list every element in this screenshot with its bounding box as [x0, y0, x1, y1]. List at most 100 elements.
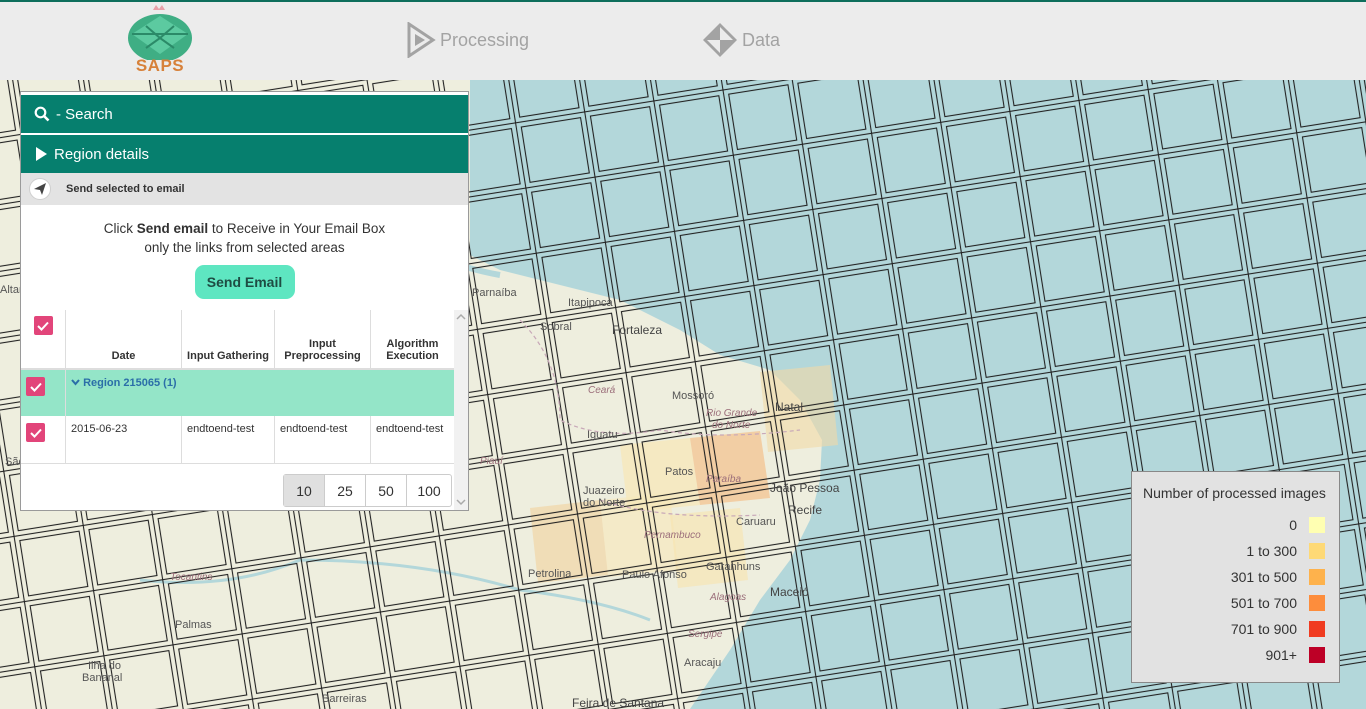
nav-processing-label: Processing [440, 29, 530, 50]
page-size-10[interactable]: 10 [284, 475, 325, 506]
svg-text:Juazeiro: Juazeiro [583, 485, 625, 497]
row-date: 2015-06-23 [65, 416, 182, 464]
svg-text:Alagoas: Alagoas [709, 592, 746, 603]
paper-plane-icon [29, 178, 51, 200]
page-size-50[interactable]: 50 [366, 475, 407, 506]
svg-text:Patos: Patos [665, 466, 694, 478]
nav-processing[interactable]: Processing [406, 22, 529, 58]
svg-text:Sergipe: Sergipe [688, 629, 723, 640]
scroll-down-icon[interactable] [454, 496, 468, 508]
search-label: - Search [56, 105, 113, 123]
page-size-25[interactable]: 25 [325, 475, 366, 506]
play-outline-icon [407, 22, 436, 58]
top-navigation: SAPS Processing Data [0, 0, 1366, 80]
legend-item: 1 to 300 [1246, 543, 1325, 559]
table-scrollbar[interactable] [454, 310, 468, 510]
header-input-gathering[interactable]: Input Gathering [181, 310, 275, 370]
legend-item: 701 to 900 [1231, 621, 1325, 637]
svg-text:João Pessoa: João Pessoa [770, 481, 840, 495]
send-selected-bar[interactable]: Send selected to email [21, 173, 468, 205]
svg-text:Palmas: Palmas [175, 619, 212, 631]
header-input-preprocessing[interactable]: Input Preprocessing [274, 310, 371, 370]
info-bold: Send email [136, 221, 209, 236]
logo-text: SAPS [135, 56, 185, 75]
legend-label: 1 to 300 [1246, 543, 1297, 559]
legend-label: 901+ [1265, 647, 1297, 663]
svg-text:Natal: Natal [775, 400, 803, 414]
legend-item: 301 to 500 [1231, 569, 1325, 585]
legend-label: 701 to 900 [1230, 621, 1297, 637]
saps-logo[interactable]: SAPS [122, 4, 198, 78]
caret-right-icon [36, 147, 47, 161]
select-all-checkbox[interactable] [33, 316, 53, 335]
legend-swatch [1309, 647, 1325, 663]
region-label-cell: Region 215065 (1) [65, 369, 454, 416]
diamond-icon [703, 23, 737, 57]
legend-swatch [1309, 543, 1325, 559]
row-input-preprocessing: endtoend-test [274, 416, 371, 464]
legend-title: Number of processed images [1143, 485, 1326, 501]
search-toggle[interactable]: - Search [21, 95, 468, 133]
svg-text:Barreiras: Barreiras [322, 693, 367, 705]
send-email-button[interactable]: Send Email [194, 265, 295, 299]
legend-item: 901+ [1265, 647, 1325, 663]
region-check-cell [21, 369, 66, 416]
svg-text:Maceió: Maceió [770, 585, 809, 599]
svg-text:Itapipoca: Itapipoca [568, 297, 614, 309]
svg-text:do Norte: do Norte [712, 420, 751, 431]
legend-swatch [1309, 621, 1325, 637]
send-info: Click Send email to Receive in Your Emai… [21, 219, 468, 257]
legend-label: 0 [1289, 517, 1297, 533]
svg-text:Sobral: Sobral [540, 321, 572, 333]
row-check-cell [21, 416, 66, 464]
row-checkbox[interactable] [26, 423, 45, 442]
svg-text:Piauí: Piauí [480, 456, 504, 467]
map-legend: Number of processed images 0 1 to 300 30… [1131, 471, 1340, 683]
nav-data-label: Data [742, 29, 781, 50]
row-algorithm-execution: endtoend-test [376, 423, 444, 435]
search-icon [34, 106, 50, 122]
svg-text:Aracaju: Aracaju [684, 657, 721, 669]
scroll-up-icon[interactable] [454, 311, 468, 323]
header-algorithm-execution[interactable]: Algorithm Execution [370, 310, 454, 370]
svg-text:Tocantins: Tocantins [170, 572, 212, 583]
legend-swatch [1309, 595, 1325, 611]
legend-item: 501 to 700 [1231, 595, 1325, 611]
check-icon [29, 428, 42, 438]
check-icon [37, 321, 49, 331]
nav-data[interactable]: Data [702, 22, 780, 58]
search-panel: - Search Region details Send selected to… [20, 91, 469, 511]
legend-swatch [1309, 517, 1325, 533]
info-line2: only the links from selected areas [144, 240, 345, 255]
page-size-100[interactable]: 100 [407, 475, 451, 506]
region-details-label: Region details [54, 145, 150, 163]
svg-text:Feira de Santana: Feira de Santana [572, 696, 664, 709]
svg-text:Rio Grande: Rio Grande [706, 408, 758, 419]
svg-text:Caruaru: Caruaru [736, 516, 776, 528]
region-link[interactable]: Region 215065 (1) [83, 377, 177, 389]
select-all-cell [21, 310, 66, 370]
header-date[interactable]: Date [65, 310, 182, 370]
info-prefix: Click [103, 221, 137, 236]
info-suffix: to Receive in Your Email Box [208, 221, 386, 236]
region-row[interactable]: Region 215065 (1) [21, 369, 454, 416]
svg-text:Parnaíba: Parnaíba [472, 287, 518, 299]
svg-text:Pernambuco: Pernambuco [644, 530, 701, 541]
svg-text:Bananal: Bananal [82, 672, 122, 684]
svg-text:Ceará: Ceará [588, 385, 616, 396]
results-table: Date Input Gathering Input Preprocessing… [21, 310, 454, 464]
region-details-toggle[interactable]: Region details [21, 135, 468, 173]
page-size-selector: 10 25 50 100 [283, 474, 452, 507]
region-checkbox[interactable] [26, 377, 45, 396]
legend-label: 301 to 500 [1230, 569, 1297, 585]
svg-text:Petrolina: Petrolina [528, 568, 572, 580]
row-input-gathering: endtoend-test [181, 416, 275, 464]
legend-label: 501 to 700 [1230, 595, 1297, 611]
svg-text:Mossoró: Mossoró [672, 390, 714, 402]
svg-text:Garanhuns: Garanhuns [706, 561, 761, 573]
table-row: 2015-06-23 endtoend-test endtoend-test e… [21, 416, 454, 464]
legend-swatch [1309, 569, 1325, 585]
svg-text:Ilha do: Ilha do [88, 660, 121, 672]
chevron-down-icon[interactable] [71, 378, 80, 386]
svg-text:Fortaleza: Fortaleza [612, 323, 662, 337]
